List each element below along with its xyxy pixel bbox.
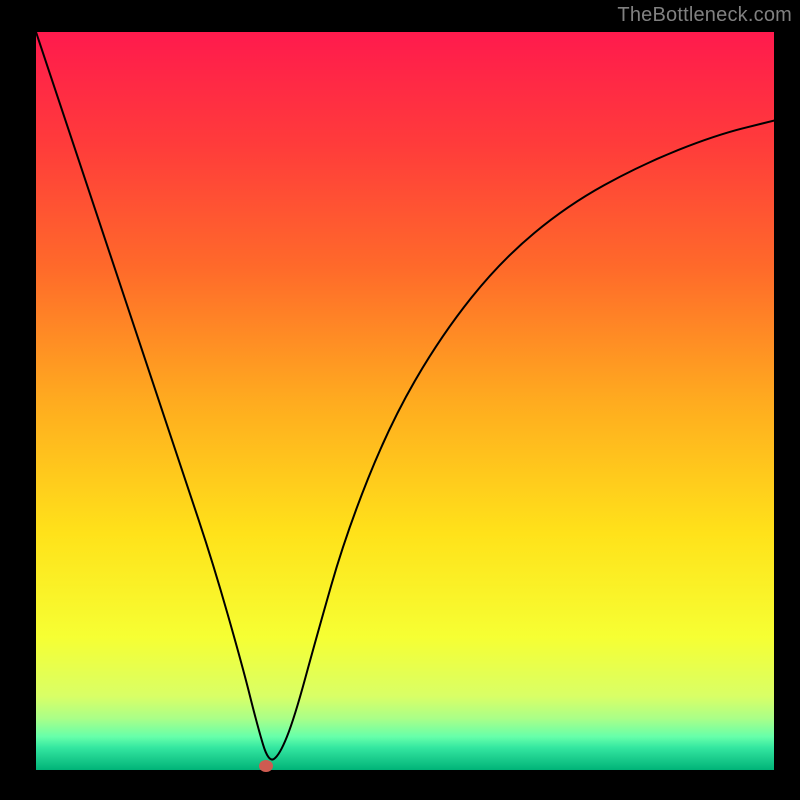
optimum-marker <box>259 760 273 772</box>
chart-stage: TheBottleneck.com <box>0 0 800 800</box>
heatmap-gradient-background <box>36 32 774 770</box>
plot-frame <box>36 32 774 770</box>
watermark-text: TheBottleneck.com <box>617 4 792 27</box>
